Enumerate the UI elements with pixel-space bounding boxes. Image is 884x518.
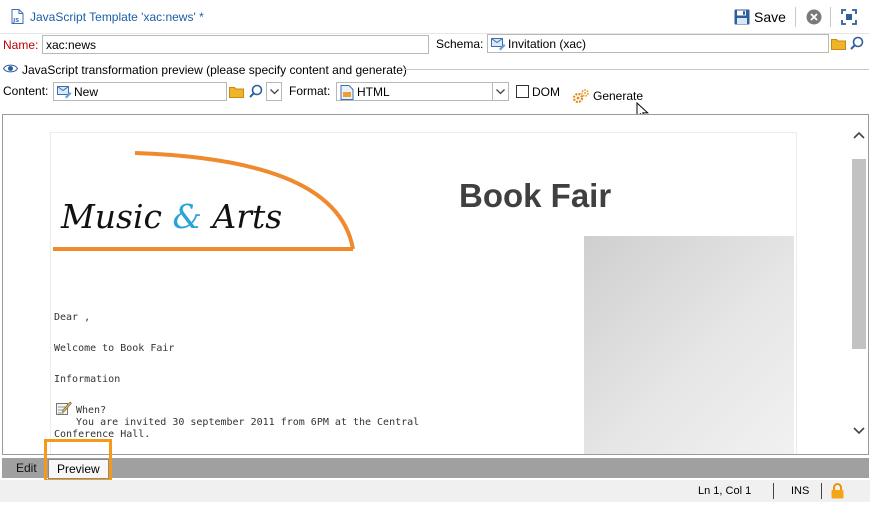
format-value: HTML: [357, 85, 390, 99]
svg-text:JS: JS: [12, 18, 19, 24]
schema-label: Schema:: [436, 37, 484, 51]
chevron-down-icon: [496, 88, 505, 95]
when-label: When?: [76, 405, 107, 416]
save-button[interactable]: Save: [734, 7, 786, 27]
dom-checkbox[interactable]: [516, 85, 529, 98]
content-magnifier-icon[interactable]: [249, 84, 263, 98]
insert-mode: INS: [791, 485, 810, 497]
generate-label: Generate: [593, 89, 644, 103]
cursor-position: Ln 1, Col 1: [698, 485, 752, 497]
magnifier-icon[interactable]: [850, 36, 864, 50]
when-text-line1: You are invited 30 september 2011 from 6…: [76, 417, 420, 428]
vertical-scrollbar[interactable]: [849, 115, 868, 454]
title-bar: JS JavaScript Template 'xac:news' * Save: [0, 0, 870, 34]
format-select[interactable]: HTML: [336, 82, 509, 101]
chevron-down-icon: [269, 88, 279, 95]
tab-bar: Edit Preview: [2, 458, 869, 479]
name-label: Name:: [3, 38, 39, 52]
format-dropdown-button[interactable]: [492, 82, 509, 101]
logo-word-music: Music: [61, 197, 163, 236]
scroll-thumb[interactable]: [852, 159, 866, 349]
scroll-up-icon[interactable]: [853, 131, 865, 139]
content-label: Content:: [3, 84, 49, 98]
content-value: New: [74, 85, 99, 99]
close-circle-icon[interactable]: [806, 9, 822, 25]
maximize-icon[interactable]: [841, 9, 857, 25]
logo-word-arts: Arts: [212, 197, 283, 236]
gears-icon: [572, 88, 590, 104]
side-image-placeholder: [584, 236, 794, 454]
name-input[interactable]: xac:news: [42, 35, 429, 54]
dom-label: DOM: [532, 85, 560, 99]
status-separator-2: [821, 483, 822, 499]
notepad-pencil-icon: [56, 401, 72, 415]
information-text: Information: [54, 374, 121, 385]
tab-edit[interactable]: Edit: [10, 458, 43, 478]
content-dropdown-button[interactable]: [266, 82, 282, 101]
floppy-disk-icon: [734, 9, 750, 25]
content-input[interactable]: New: [53, 82, 227, 101]
eye-icon: [3, 63, 18, 74]
save-label: Save: [754, 9, 786, 25]
toolbar-separator-2: [830, 7, 831, 27]
section-title: JavaScript transformation preview (pleas…: [22, 63, 407, 77]
generate-button[interactable]: Generate: [572, 88, 643, 104]
logo-ampersand: &: [172, 197, 202, 236]
section-divider: [404, 69, 869, 70]
preview-tab-highlight: [44, 439, 112, 482]
greeting-text: Dear ,: [54, 312, 91, 323]
lock-icon: [831, 483, 844, 499]
email-heading: Book Fair: [459, 177, 612, 214]
status-separator: [773, 483, 774, 499]
status-bar: Ln 1, Col 1 INS: [0, 480, 870, 502]
format-label: Format:: [289, 84, 331, 98]
music-arts-logo: Music & Arts: [51, 151, 361, 255]
schema-input[interactable]: Invitation (xac): [487, 34, 829, 53]
content-folder-icon[interactable]: [229, 85, 244, 98]
folder-icon[interactable]: [831, 37, 846, 50]
schema-icon: [491, 37, 506, 51]
scroll-down-icon[interactable]: [853, 427, 865, 435]
preview-frame: Music & Arts Book Fair Dear , Welcome to…: [2, 114, 869, 455]
toolbar-separator: [795, 7, 796, 27]
html-format-icon: [340, 85, 354, 100]
js-document-icon: JS: [11, 9, 24, 24]
welcome-text: Welcome to Book Fair: [54, 343, 175, 354]
email-preview: Music & Arts Book Fair Dear , Welcome to…: [50, 132, 797, 454]
window-title: JavaScript Template 'xac:news' *: [30, 10, 204, 24]
schema-value: Invitation (xac): [508, 37, 587, 51]
content-icon: [57, 85, 72, 99]
